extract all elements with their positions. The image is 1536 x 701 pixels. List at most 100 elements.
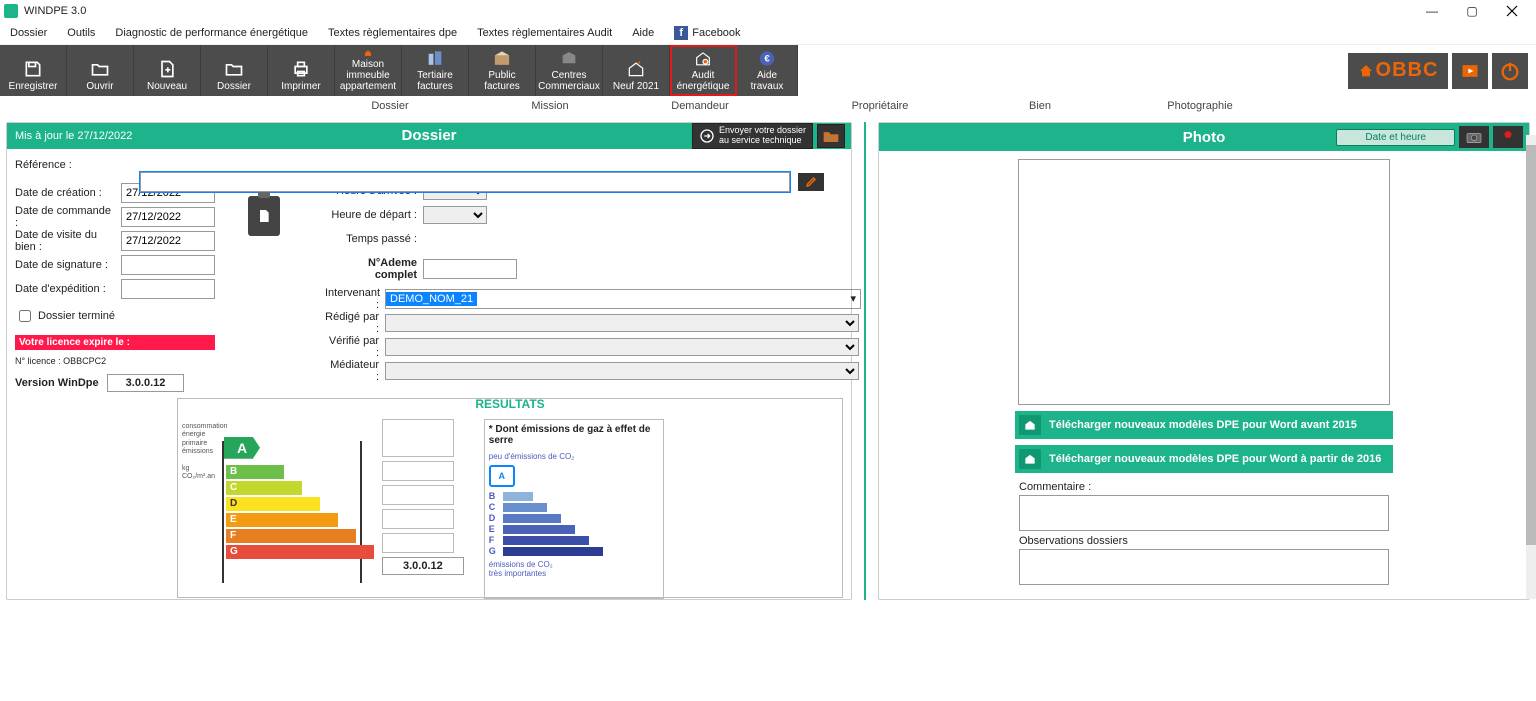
tb-centres[interactable]: Centres Commerciaux [536, 45, 603, 96]
select-intervenant-value: DEMO_NOM_21 [386, 292, 477, 306]
licence-num: N° licence : OBBCPC2 [15, 356, 215, 366]
maximize-button[interactable]: ▢ [1452, 0, 1492, 22]
label-date-signature: Date de signature : [15, 259, 115, 271]
tb-public[interactable]: Public factures [469, 45, 536, 96]
dossier-title: Dossier [401, 127, 456, 144]
tb-save[interactable]: Enregistrer [0, 45, 67, 96]
menu-dpe[interactable]: Diagnostic de performance énergétique [115, 27, 308, 39]
vertical-scrollbar[interactable] [1526, 135, 1536, 599]
comment-input[interactable] [1019, 495, 1389, 531]
checkbox-dossier-termine[interactable]: Dossier terminé [15, 307, 215, 325]
photo-panel: Photo Date et heure Télécharger nouveaux… [878, 122, 1530, 600]
subtab-mission[interactable]: Mission [490, 100, 610, 112]
marker-button[interactable] [1493, 126, 1523, 148]
select-redige[interactable] [385, 314, 859, 332]
energy-bar-c: C [226, 481, 302, 495]
subtab-demandeur[interactable]: Demandeur [610, 100, 790, 112]
result-box-1 [382, 419, 454, 457]
download-before-2015-button[interactable]: Télécharger nouveaux modèles DPE pour Wo… [1015, 411, 1393, 439]
label-temps-passe: Temps passé : [325, 233, 417, 245]
menu-aide[interactable]: Aide [632, 27, 654, 39]
dossier-panel: Mis à jour le 27/12/2022 Dossier Envoyer… [6, 122, 852, 600]
menu-textes-audit[interactable]: Textes règlementaires Audit [477, 27, 612, 39]
tb-tertiaire-label: Tertiaire factures [417, 70, 453, 92]
tb-power-button[interactable] [1492, 53, 1528, 89]
toolbar: Enregistrer Ouvrir Nouveau Dossier Impri… [0, 45, 1536, 96]
photo-frame [1018, 159, 1390, 405]
label-date-creation: Date de création : [15, 187, 115, 199]
send-dossier-button[interactable]: Envoyer votre dossier au service techniq… [692, 123, 813, 149]
energy-bar-g: G [226, 545, 374, 559]
input-date-commande[interactable] [121, 207, 215, 227]
subtab-proprietaire[interactable]: Propriétaire [790, 100, 970, 112]
energy-bar-f: F [226, 529, 356, 543]
tb-play-button[interactable] [1452, 53, 1488, 89]
download-before-label: Télécharger nouveaux modèles DPE pour Wo… [1049, 419, 1357, 431]
tb-neuf[interactable]: Neuf 2021 [603, 45, 670, 96]
select-heure-depart[interactable] [423, 206, 487, 224]
tb-aide-travaux[interactable]: €Aide travaux [737, 45, 798, 96]
select-intervenant[interactable]: DEMO_NOM_21 ▾ [385, 289, 861, 309]
download-icon-2 [1019, 449, 1041, 469]
input-date-signature[interactable] [121, 255, 215, 275]
subtab-photographie[interactable]: Photographie [1110, 100, 1290, 112]
folder-button[interactable] [817, 124, 845, 148]
input-reference[interactable] [140, 172, 790, 192]
subtab-dossier[interactable]: Dossier [290, 100, 490, 112]
label-date-visite: Date de visite du bien : [15, 229, 115, 253]
label-reference: Référence : [15, 159, 115, 171]
label-verifie: Vérifié par : [325, 335, 379, 359]
label-mediateur: Médiateur : [325, 359, 379, 383]
select-mediateur[interactable] [385, 362, 859, 380]
tb-audit[interactable]: Audit énergétique [670, 45, 737, 96]
clipboard-icon[interactable] [248, 196, 280, 236]
tb-dossier[interactable]: Dossier [201, 45, 268, 96]
tb-open[interactable]: Ouvrir [67, 45, 134, 96]
result-box-4 [382, 509, 454, 529]
label-date-expedition: Date d'expédition : [15, 283, 115, 295]
menu-facebook[interactable]: f Facebook [674, 26, 740, 40]
brand-button[interactable]: OBBC [1348, 53, 1448, 89]
menu-outils[interactable]: Outils [67, 27, 95, 39]
input-date-visite[interactable] [121, 231, 215, 251]
label-heure-depart: Heure de départ : [325, 209, 417, 221]
subtab-bien[interactable]: Bien [970, 100, 1110, 112]
climate-foot1: émissions de CO₂ [489, 560, 553, 569]
tb-new[interactable]: Nouveau [134, 45, 201, 96]
tb-tertiaire[interactable]: Tertiaire factures [402, 45, 469, 96]
download-after-2016-button[interactable]: Télécharger nouveaux modèles DPE pour Wo… [1015, 445, 1393, 473]
panel-separator [864, 122, 866, 600]
tb-open-label: Ouvrir [86, 81, 113, 92]
energy-bar-e: E [226, 513, 338, 527]
form-area: Référence : Date de création : Date de c… [7, 149, 851, 398]
input-date-expedition[interactable] [121, 279, 215, 299]
select-verifie[interactable] [385, 338, 859, 356]
climate-title: * Dont émissions de gaz à effet de serre [489, 424, 659, 446]
label-intervenant: Intervenant : [325, 287, 379, 311]
app-icon [4, 4, 18, 18]
observations-input[interactable] [1019, 549, 1389, 585]
climate-foot2: très importantes [489, 569, 546, 578]
input-ademe[interactable] [423, 259, 517, 279]
tb-new-label: Nouveau [147, 81, 187, 92]
menu-textes-dpe[interactable]: Textes règlementaires dpe [328, 27, 457, 39]
tb-print[interactable]: Imprimer [268, 45, 335, 96]
svg-text:€: € [764, 54, 770, 65]
subtab-bar: Dossier Mission Demandeur Propriétaire B… [0, 96, 1536, 116]
result-box-2 [382, 461, 454, 481]
results-version: 3.0.0.12 [382, 557, 464, 575]
menu-dossier[interactable]: Dossier [10, 27, 47, 39]
camera-button[interactable] [1459, 126, 1489, 148]
version-label: Version WinDpe [15, 377, 99, 389]
tb-maison-label: Maison immeuble appartement [340, 59, 396, 92]
result-box-3 [382, 485, 454, 505]
close-button[interactable] [1492, 0, 1532, 22]
date-heure-button[interactable]: Date et heure [1336, 129, 1455, 146]
climate-sub: peu d'émissions de CO₂ [489, 452, 659, 461]
menu-bar: Dossier Outils Diagnostic de performance… [0, 22, 1536, 45]
tb-maison[interactable]: Maison immeuble appartement [335, 45, 402, 96]
climate-pointer: A [489, 465, 515, 487]
energy-bar-b: B [226, 465, 284, 479]
minimize-button[interactable]: — [1412, 0, 1452, 22]
edit-reference-button[interactable] [798, 173, 824, 191]
